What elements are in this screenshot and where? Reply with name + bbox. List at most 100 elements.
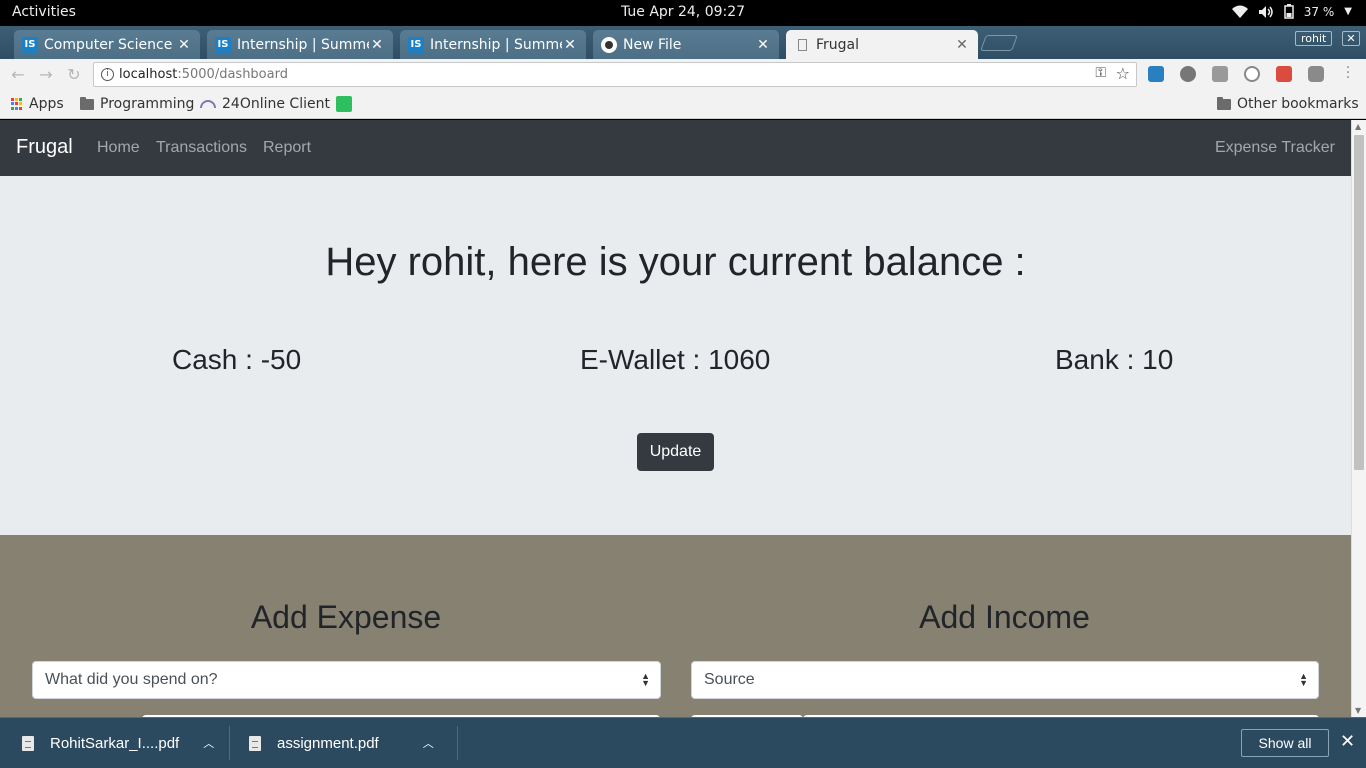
- bookmark-label: Other bookmarks: [1237, 96, 1359, 112]
- wifi-icon: [1231, 5, 1248, 18]
- cash-balance: Cash : -50: [172, 344, 302, 375]
- update-button[interactable]: Update: [637, 433, 714, 471]
- close-tab-icon[interactable]: ✕: [755, 37, 771, 53]
- extension-grey-icon[interactable]: [1212, 66, 1228, 82]
- new-tab-button[interactable]: [980, 35, 1018, 51]
- internshala-icon: IS: [408, 36, 424, 53]
- system-clock[interactable]: Tue Apr 24, 09:27: [0, 4, 1366, 20]
- extension-todoist-icon[interactable]: [1276, 66, 1292, 82]
- bookmark-apps[interactable]: Apps: [11, 96, 64, 112]
- internshala-icon: IS: [22, 36, 38, 53]
- address-bar[interactable]: i localhost:5000/dashboard ⚿ ☆: [93, 62, 1137, 87]
- add-income-title: Add Income: [919, 599, 1090, 635]
- close-tab-icon[interactable]: ✕: [954, 37, 970, 53]
- url-text: localhost:5000/dashboard: [119, 67, 288, 82]
- scrollbar-thumb[interactable]: [1354, 135, 1364, 470]
- add-forms-section: Add Expense Add Income What did you spen…: [0, 535, 1351, 717]
- site-navbar: Frugal Home Transactions Report Expense …: [0, 120, 1351, 176]
- network-client-icon: [200, 100, 216, 108]
- apps-grid-icon: [11, 98, 23, 110]
- bookmark-programming[interactable]: Programming: [80, 96, 194, 112]
- nav-expense-tracker[interactable]: Expense Tracker: [1215, 139, 1335, 157]
- volume-icon: [1258, 5, 1273, 18]
- nav-link-home[interactable]: Home: [97, 139, 140, 157]
- select-arrows-icon: ▲ ▼: [641, 671, 650, 688]
- add-expense-title: Add Expense: [250, 599, 442, 635]
- folder-icon: [1217, 96, 1231, 110]
- tab-new-file[interactable]: New File ✕: [593, 30, 779, 59]
- nav-link-transactions[interactable]: Transactions: [156, 139, 247, 157]
- close-tab-icon[interactable]: ✕: [369, 37, 385, 53]
- tab-internship-2[interactable]: IS Internship | Summer ✕: [400, 30, 586, 59]
- window-close-icon[interactable]: ✕: [1342, 31, 1360, 46]
- nav-link-report[interactable]: Report: [263, 139, 311, 157]
- chevron-up-icon[interactable]: ︿: [203, 735, 214, 751]
- download-item[interactable]: RohitSarkar_I....pdf ︿: [22, 718, 214, 768]
- internshala-icon: IS: [215, 36, 231, 53]
- bookmark-label: Programming: [100, 96, 195, 112]
- back-arrow-icon[interactable]: ←: [8, 65, 28, 85]
- forward-arrow-icon[interactable]: →: [36, 65, 56, 85]
- select-arrows-icon: ▲ ▼: [1299, 671, 1308, 688]
- site-info-icon[interactable]: i: [101, 68, 114, 81]
- scroll-down-arrow-icon[interactable]: ▼: [1355, 706, 1361, 715]
- download-item[interactable]: assignment.pdf ︿: [249, 718, 434, 768]
- download-filename: RohitSarkar_I....pdf: [50, 734, 180, 752]
- bookmark-label: Apps: [29, 96, 64, 112]
- folder-icon: [80, 96, 94, 110]
- income-source-select[interactable]: Source ▲ ▼: [691, 661, 1319, 699]
- key-icon[interactable]: ⚿: [1095, 65, 1106, 81]
- expense-category-select[interactable]: What did you spend on? ▲ ▼: [32, 661, 661, 699]
- close-shelf-icon[interactable]: ✕: [1340, 731, 1355, 752]
- extension-trello-icon[interactable]: [1148, 66, 1164, 82]
- income-select-value: Source: [704, 671, 755, 688]
- battery-percent: 37 %: [1303, 4, 1335, 19]
- tab-title: Internship | Summer: [430, 36, 562, 53]
- tab-title: Frugal: [816, 36, 860, 53]
- balance-section: Hey rohit, here is your current balance …: [0, 176, 1351, 535]
- site-brand[interactable]: Frugal: [16, 136, 73, 159]
- extension-camera-icon[interactable]: [1308, 66, 1324, 82]
- profile-button[interactable]: rohit: [1295, 31, 1333, 46]
- system-menu-arrow-icon: ▼: [1344, 6, 1352, 17]
- bookmark-24online[interactable]: 24Online Client: [200, 96, 330, 112]
- shelf-divider: [229, 726, 230, 760]
- bookmarks-bar: Apps Programming 24Online Client Other b…: [0, 90, 1366, 119]
- bookmark-evernote[interactable]: [336, 96, 352, 112]
- tab-internship-1[interactable]: IS Internship | Summer ✕: [207, 30, 393, 59]
- url-path: :5000/dashboard: [177, 67, 288, 82]
- tab-title: New File: [623, 36, 682, 53]
- github-icon: [601, 36, 617, 53]
- close-tab-icon[interactable]: ✕: [176, 37, 192, 53]
- extension-evernote-icon[interactable]: [1180, 66, 1196, 82]
- tab-title: Internship | Summer: [237, 36, 369, 53]
- bookmark-label: 24Online Client: [222, 96, 330, 112]
- balance-greeting: Hey rohit, here is your current balance …: [325, 240, 1026, 284]
- bookmark-other[interactable]: Other bookmarks: [1217, 96, 1359, 112]
- show-all-downloads-button[interactable]: Show all: [1241, 729, 1329, 757]
- battery-icon: [1284, 4, 1294, 19]
- page-icon: [794, 37, 810, 53]
- shelf-divider: [457, 726, 458, 760]
- reload-icon[interactable]: ↻: [64, 65, 84, 85]
- file-icon: [22, 735, 34, 751]
- tab-title: Computer Science In: [44, 36, 176, 53]
- bookmark-star-icon[interactable]: ☆: [1116, 64, 1130, 83]
- chevron-up-icon[interactable]: ︿: [423, 735, 434, 751]
- chrome-menu-icon[interactable]: · · ·: [1343, 61, 1353, 85]
- system-tray[interactable]: 37 % ▼: [1231, 4, 1352, 19]
- system-top-bar: Activities Tue Apr 24, 09:27 37 % ▼: [0, 0, 1366, 26]
- tab-frugal[interactable]: Frugal ✕: [786, 30, 978, 59]
- scroll-up-arrow-icon[interactable]: ▲: [1355, 122, 1361, 131]
- tab-computer-science[interactable]: IS Computer Science In ✕: [14, 30, 200, 59]
- download-filename: assignment.pdf: [277, 734, 379, 752]
- url-host: localhost: [119, 67, 178, 82]
- extension-bulb-icon[interactable]: [1244, 66, 1260, 82]
- file-icon: [249, 735, 261, 751]
- download-shelf: RohitSarkar_I....pdf ︿ assignment.pdf ︿ …: [0, 717, 1366, 768]
- evernote-icon: [336, 96, 352, 112]
- activities-button[interactable]: Activities: [12, 4, 76, 20]
- page-scrollbar[interactable]: ▲ ▼: [1351, 120, 1366, 717]
- tab-strip: IS Computer Science In ✕ IS Internship |…: [0, 26, 1366, 59]
- close-tab-icon[interactable]: ✕: [562, 37, 578, 53]
